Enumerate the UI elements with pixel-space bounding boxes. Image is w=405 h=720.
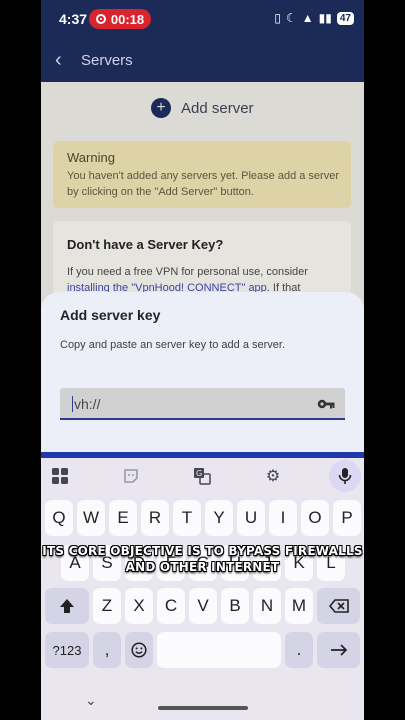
key-q[interactable]: Q bbox=[45, 500, 73, 536]
navigation-bar: ⌄ bbox=[41, 684, 364, 720]
key-y[interactable]: Y bbox=[205, 500, 233, 536]
add-server-button[interactable]: + Add server bbox=[151, 98, 254, 118]
warning-card: Warning You haven't added any servers ye… bbox=[53, 141, 351, 208]
keyboard-row-3: Z X C V B N M bbox=[41, 588, 364, 624]
emoji-icon bbox=[131, 642, 147, 658]
key-i[interactable]: I bbox=[269, 500, 297, 536]
symbols-key[interactable]: ?123 bbox=[45, 632, 89, 668]
svg-text:G: G bbox=[196, 469, 202, 478]
server-key-info-title: Don't have a Server Key? bbox=[67, 237, 224, 252]
caption-line-1: ITS CORE OBJECTIVE IS TO BYPASS FIREWALL… bbox=[42, 544, 363, 558]
info-text-start: If you need a free VPN for personal use,… bbox=[67, 266, 308, 278]
vibrate-icon: ▯ bbox=[274, 11, 281, 25]
do-not-disturb-icon: ☾ bbox=[286, 11, 297, 25]
backspace-key[interactable] bbox=[317, 588, 360, 624]
plus-circle-icon: + bbox=[151, 98, 171, 118]
key-b[interactable]: B bbox=[221, 588, 249, 624]
record-icon bbox=[95, 14, 106, 24]
back-arrow-icon[interactable]: ‹ bbox=[55, 49, 62, 72]
status-time: 4:37 bbox=[59, 11, 88, 27]
keyboard-row-1: Q W E R T Y U I O P bbox=[41, 500, 364, 536]
key-z[interactable]: Z bbox=[93, 588, 121, 624]
hide-keyboard-chevron-icon[interactable]: ⌄ bbox=[85, 692, 97, 709]
backspace-icon bbox=[328, 599, 349, 613]
keyboard-row-4: ?123 , . bbox=[41, 632, 364, 668]
signal-icon: ▮▮ bbox=[318, 11, 332, 25]
key-n[interactable]: N bbox=[253, 588, 281, 624]
key-o[interactable]: O bbox=[301, 500, 329, 536]
emoji-key[interactable] bbox=[125, 632, 153, 668]
phone-screen: 4:37 00:18 ▯ ☾ ▲ ▮▮ 47 ‹ Servers + Add s… bbox=[41, 0, 364, 720]
comma-key[interactable]: , bbox=[93, 632, 121, 668]
key-c[interactable]: C bbox=[157, 588, 185, 624]
add-server-key-sheet: Add server key Copy and paste an server … bbox=[41, 292, 364, 458]
caption-line-2: AND OTHER INTERNET bbox=[125, 560, 280, 574]
key-p[interactable]: P bbox=[333, 500, 361, 536]
status-bar: 4:37 00:18 ▯ ☾ ▲ ▮▮ 47 bbox=[41, 0, 364, 38]
translate-icon[interactable]: G bbox=[192, 466, 212, 486]
add-server-label: Add server bbox=[181, 99, 254, 117]
status-icons: ▯ ☾ ▲ ▮▮ 47 bbox=[274, 11, 354, 25]
key-m[interactable]: M bbox=[285, 588, 313, 624]
app-bar: ‹ Servers bbox=[41, 38, 364, 82]
record-time: 00:18 bbox=[110, 11, 145, 27]
warning-title: Warning bbox=[67, 150, 115, 165]
sticker-icon[interactable] bbox=[121, 466, 141, 486]
shift-key[interactable] bbox=[45, 588, 89, 624]
server-key-input[interactable] bbox=[74, 392, 304, 416]
warning-text: You haven't added any servers yet. Pleas… bbox=[67, 170, 339, 198]
enter-key[interactable] bbox=[317, 632, 360, 668]
key-e[interactable]: E bbox=[109, 500, 137, 536]
sheet-title: Add server key bbox=[60, 307, 161, 323]
on-screen-keyboard: G ⚙ Q W E R T Y U I O P A S D F G H J K … bbox=[41, 458, 364, 720]
text-cursor bbox=[72, 396, 73, 412]
keyboard-toolbar: G ⚙ bbox=[41, 458, 364, 494]
shift-arrow-icon bbox=[60, 599, 74, 613]
key-w[interactable]: W bbox=[77, 500, 105, 536]
key-r[interactable]: R bbox=[141, 500, 169, 536]
key-v[interactable]: V bbox=[189, 588, 217, 624]
battery-icon: 47 bbox=[336, 11, 354, 25]
apps-grid-icon[interactable] bbox=[50, 466, 70, 486]
period-key[interactable]: . bbox=[285, 632, 313, 668]
wifi-icon: ▲ bbox=[301, 11, 314, 25]
key-icon bbox=[317, 399, 335, 409]
key-x[interactable]: X bbox=[125, 588, 153, 624]
page-title: Servers bbox=[81, 52, 133, 69]
video-caption: ITS CORE OBJECTIVE IS TO BYPASS FIREWALL… bbox=[0, 543, 405, 575]
enter-arrow-icon bbox=[330, 644, 347, 656]
key-u[interactable]: U bbox=[237, 500, 265, 536]
sheet-description: Copy and paste an server key to add a se… bbox=[60, 339, 286, 351]
settings-gear-icon[interactable]: ⚙ bbox=[263, 466, 283, 486]
microphone-icon[interactable] bbox=[329, 460, 361, 492]
space-bar[interactable] bbox=[157, 632, 281, 668]
server-key-field[interactable] bbox=[60, 388, 345, 420]
key-t[interactable]: T bbox=[173, 500, 201, 536]
screen-record-badge[interactable]: 00:18 bbox=[89, 9, 151, 29]
home-gesture-pill[interactable] bbox=[158, 706, 248, 710]
